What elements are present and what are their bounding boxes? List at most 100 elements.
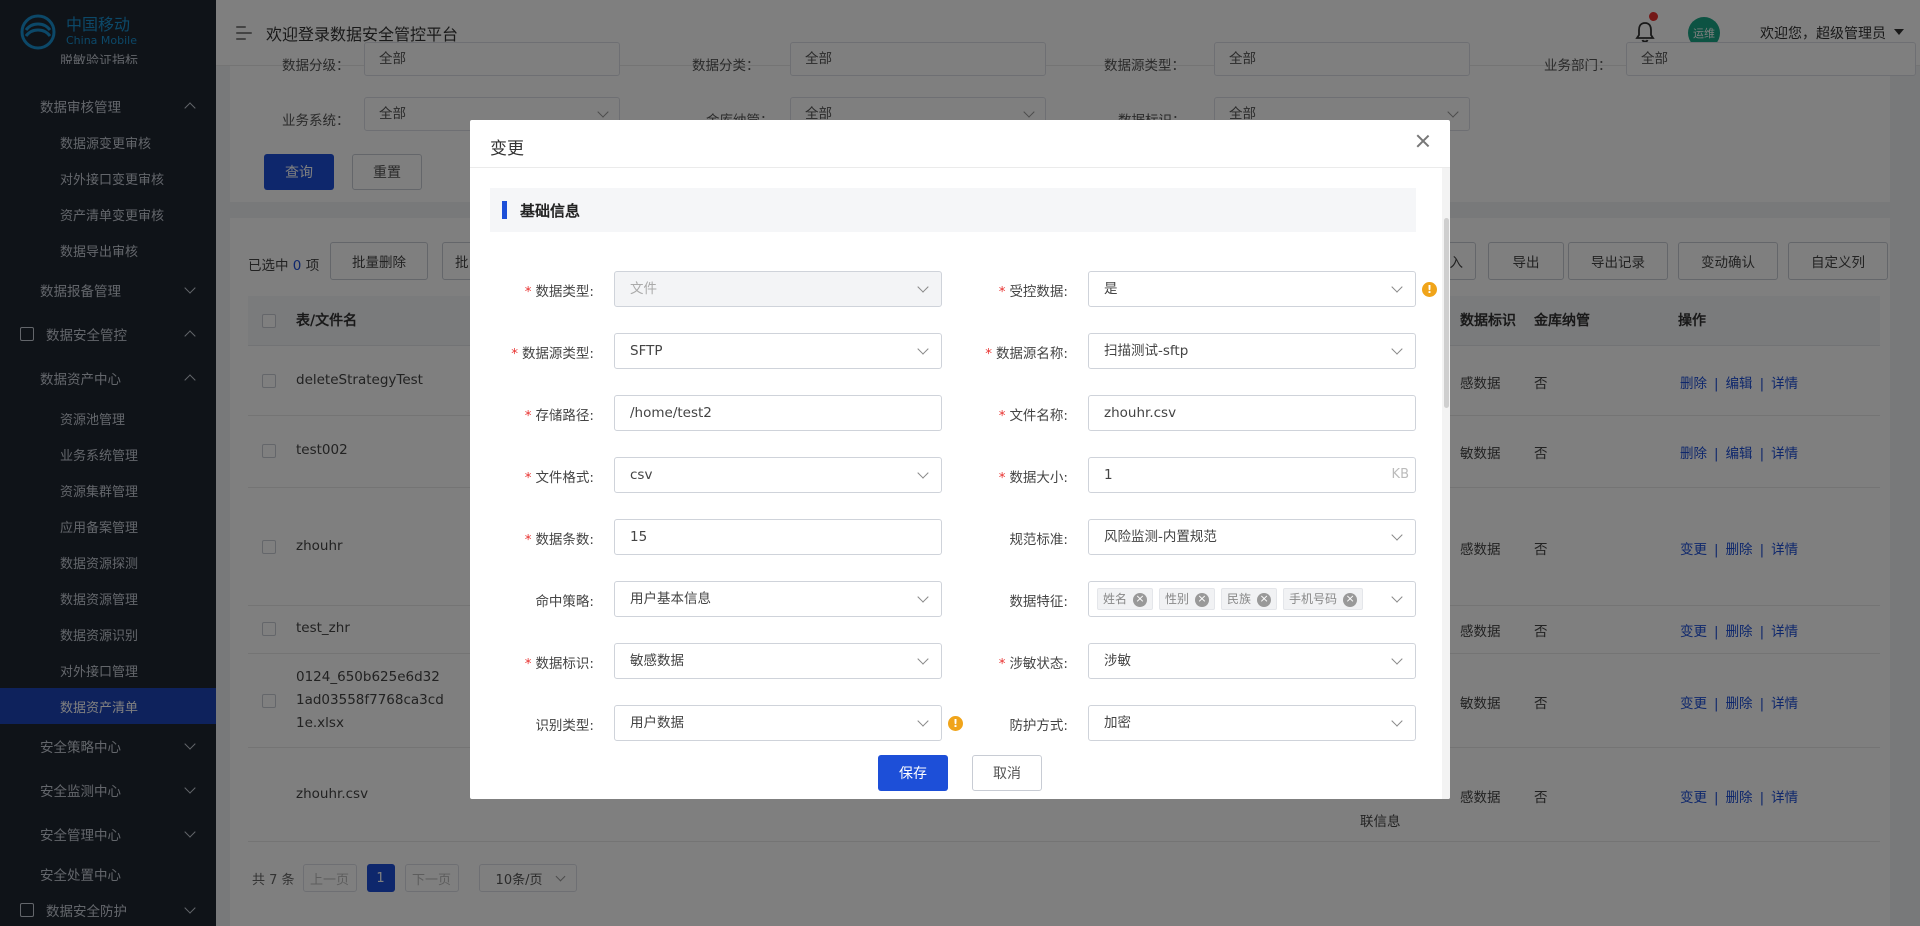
field-value: 是	[1104, 281, 1118, 297]
data-features-select[interactable]: 姓名 × 性别 × 民族 × 手机号码 ×	[1088, 581, 1416, 617]
feature-tag: 姓名 ×	[1097, 588, 1154, 610]
chevron-down-icon	[1391, 653, 1403, 665]
required-marker: *	[524, 532, 532, 548]
field-label-text: 文件格式:	[535, 470, 594, 486]
chevron-down-icon	[917, 281, 929, 293]
data-type-label: * 数据类型:	[470, 280, 594, 300]
source-name-label: * 数据源名称:	[944, 342, 1068, 362]
cancel-button[interactable]: 取消	[972, 755, 1042, 791]
controlled-data-label: * 受控数据:	[944, 280, 1068, 300]
field-value: zhouhr.csv	[1104, 405, 1177, 421]
chevron-down-icon	[917, 467, 929, 479]
tag-remove-icon[interactable]: ×	[1257, 592, 1272, 607]
required-marker: *	[985, 346, 992, 362]
file-format-select[interactable]: csv	[614, 457, 942, 493]
tag-remove-icon[interactable]: ×	[1343, 592, 1358, 607]
required-marker: *	[998, 656, 1006, 672]
required-marker: *	[524, 656, 532, 672]
feature-tag: 民族 ×	[1221, 588, 1278, 610]
field-value: 敏感数据	[630, 653, 684, 669]
field-label-text: 存储路径:	[535, 408, 594, 424]
chevron-down-icon	[917, 591, 929, 603]
chevron-down-icon	[917, 653, 929, 665]
field-value: 1	[1104, 467, 1113, 483]
dialog-scrollbar[interactable]	[1442, 168, 1450, 799]
file-format-label: * 文件格式:	[470, 466, 594, 486]
chevron-down-icon	[1391, 281, 1403, 293]
required-marker: *	[998, 408, 1006, 424]
unit-suffix: KB	[1391, 467, 1409, 482]
source-name-select[interactable]: 扫描测试-sftp	[1088, 333, 1416, 369]
field-value: 文件	[630, 281, 657, 297]
required-marker: *	[998, 284, 1006, 300]
data-mark-label: * 数据标识:	[470, 652, 594, 672]
spec-standard-label: 规范标准:	[944, 528, 1068, 548]
chevron-down-icon	[917, 343, 929, 355]
record-count-label: * 数据条数:	[470, 528, 594, 548]
data-mark-select[interactable]: 敏感数据	[614, 643, 942, 679]
source-type-label: * 数据源类型:	[470, 342, 594, 362]
tag-remove-icon[interactable]: ×	[1195, 592, 1210, 607]
storage-path-input[interactable]: /home/test2	[614, 395, 942, 431]
chevron-down-icon	[917, 715, 929, 727]
scrollbar-thumb[interactable]	[1444, 218, 1449, 408]
section-header: 基础信息	[490, 188, 1416, 232]
data-size-input[interactable]: 1 KB	[1088, 457, 1416, 493]
required-marker: *	[524, 470, 532, 486]
record-count-input[interactable]: 15	[614, 519, 942, 555]
chevron-down-icon	[1391, 529, 1403, 541]
sensitive-status-select[interactable]: 涉敏	[1088, 643, 1416, 679]
required-marker: *	[524, 408, 532, 424]
field-label-text: 数据大小:	[1009, 470, 1068, 486]
save-button[interactable]: 保存	[878, 755, 948, 791]
field-value: 扫描测试-sftp	[1104, 343, 1189, 359]
spec-standard-select[interactable]: 风险监测-内置规范	[1088, 519, 1416, 555]
change-dialog: 变更 基础信息 * 数据类型: 文件 * 受控数据: 是! * 数据源类型: SFTP * 数据源名…	[470, 120, 1450, 799]
hit-strategy-select[interactable]: 用户基本信息	[614, 581, 942, 617]
identify-type-label: 识别类型:	[470, 714, 594, 734]
field-label-text: 数据源名称:	[995, 346, 1068, 362]
dialog-header: 变更	[470, 120, 1450, 168]
protection-method-select[interactable]: 加密	[1088, 705, 1416, 741]
section-title: 基础信息	[520, 202, 581, 220]
field-label-text: 数据特征:	[1009, 594, 1068, 610]
tag-label: 民族	[1227, 592, 1252, 606]
field-label-text: 受控数据:	[1009, 284, 1068, 300]
field-value: 用户数据	[630, 715, 684, 731]
identify-type-select[interactable]: 用户数据	[614, 705, 942, 741]
field-label-text: 命中策略:	[535, 594, 594, 610]
hit-strategy-label: 命中策略:	[470, 590, 594, 610]
chevron-down-icon	[1391, 343, 1403, 355]
field-value: 用户基本信息	[630, 591, 711, 607]
source-type-select[interactable]: SFTP	[614, 333, 942, 369]
field-label-text: 识别类型:	[535, 718, 594, 734]
field-label-text: 防护方式:	[1009, 718, 1068, 734]
field-value: /home/test2	[630, 405, 712, 421]
chevron-down-icon	[1391, 591, 1403, 603]
close-icon[interactable]	[1414, 132, 1432, 150]
required-marker: *	[998, 470, 1006, 486]
field-label-text: 文件名称:	[1009, 408, 1068, 424]
storage-path-label: * 存储路径:	[470, 404, 594, 424]
sensitive-status-label: * 涉敏状态:	[944, 652, 1068, 672]
file-name-input[interactable]: zhouhr.csv	[1088, 395, 1416, 431]
feature-tag: 手机号码 ×	[1283, 588, 1364, 610]
controlled-data-select[interactable]: 是	[1088, 271, 1416, 307]
field-label-text: 规范标准:	[1009, 532, 1068, 548]
field-label-text: 数据类型:	[535, 284, 594, 300]
field-value: 风险监测-内置规范	[1104, 529, 1217, 545]
data-features-label: 数据特征:	[944, 590, 1068, 610]
field-value: SFTP	[630, 343, 663, 359]
dialog-title: 变更	[490, 139, 524, 159]
tag-remove-icon[interactable]: ×	[1133, 592, 1148, 607]
file-name-label: * 文件名称:	[944, 404, 1068, 424]
tag-label: 姓名	[1103, 592, 1128, 606]
required-marker: *	[511, 346, 518, 362]
data-type-select: 文件	[614, 271, 942, 307]
field-label-text: 数据条数:	[535, 532, 594, 548]
warning-icon[interactable]: !	[1422, 282, 1437, 297]
field-label-text: 数据源类型:	[521, 346, 594, 362]
chevron-down-icon	[1391, 715, 1403, 727]
field-value: 加密	[1104, 715, 1131, 731]
section-accent	[502, 201, 507, 219]
